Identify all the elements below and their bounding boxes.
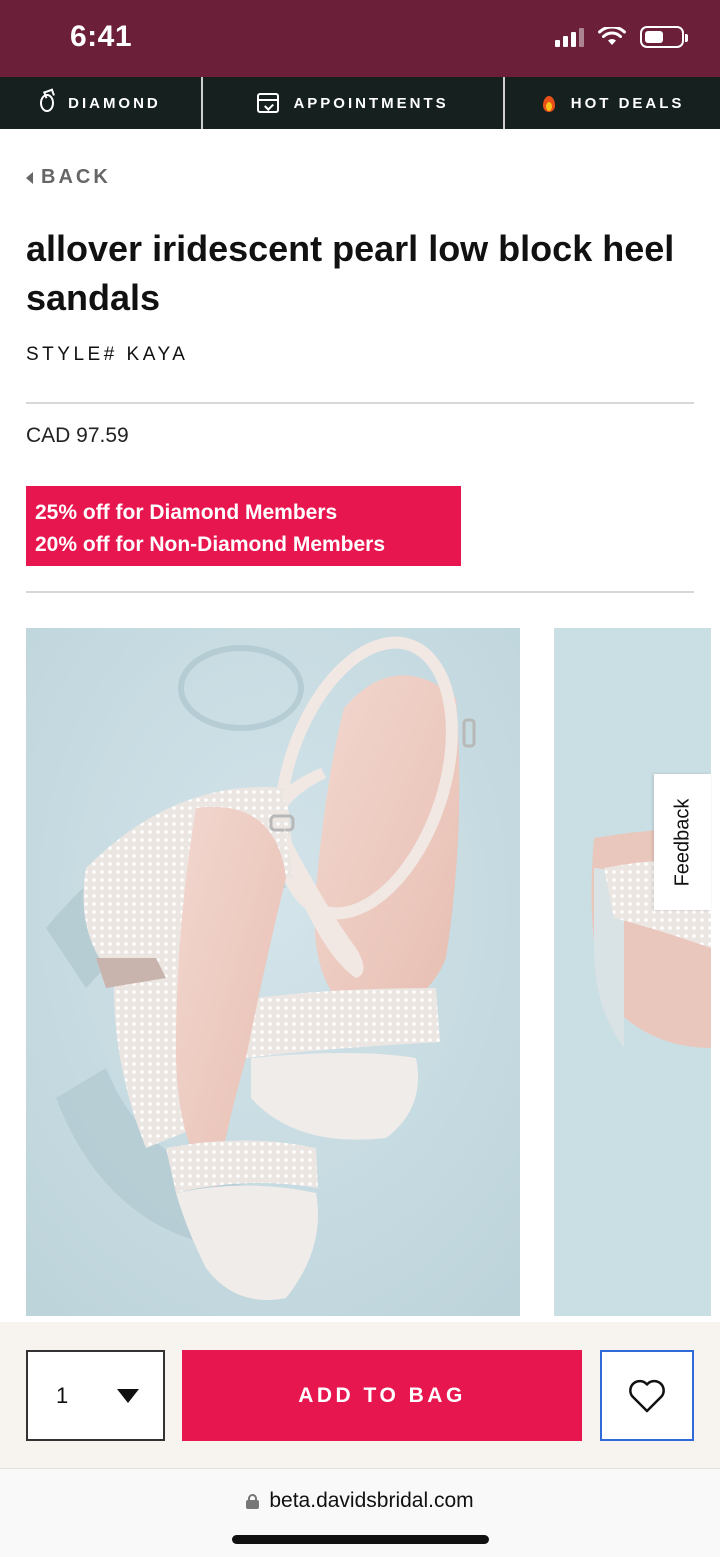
- product-price: CAD 97.59: [26, 424, 129, 447]
- feedback-label: Feedback: [671, 798, 693, 886]
- style-number: STYLE# KAYA: [26, 344, 189, 365]
- discount-line-diamond: 25% off for Diamond Members: [35, 501, 338, 524]
- divider: [26, 402, 694, 404]
- diamond-ring-icon: [40, 94, 55, 112]
- url-display[interactable]: beta.davidsbridal.com: [0, 1489, 720, 1513]
- product-title: allover iridescent pearl low block heel …: [26, 228, 675, 318]
- wifi-icon: [598, 27, 626, 45]
- back-label: BACK: [41, 166, 111, 188]
- quantity-value: 1: [56, 1382, 69, 1408]
- quantity-select[interactable]: 1: [26, 1350, 165, 1441]
- promo-diamond-label: DIAMOND: [68, 94, 161, 112]
- product-image-next[interactable]: [554, 628, 711, 1316]
- product-image-main[interactable]: [26, 628, 520, 1316]
- sandal-illustration-partial: [554, 628, 711, 1316]
- promo-nav: DIAMOND APPOINTMENTS HOT DEALS: [0, 77, 720, 129]
- promo-appointments-link[interactable]: APPOINTMENTS: [203, 77, 503, 129]
- promo-hot-deals-label: HOT DEALS: [570, 94, 685, 112]
- discount-banner: 25% off for Diamond Members 20% off for …: [26, 486, 461, 566]
- promo-diamond-link[interactable]: DIAMOND: [0, 77, 201, 129]
- flame-icon: [541, 92, 557, 114]
- feedback-tab[interactable]: Feedback: [654, 774, 711, 910]
- add-to-bag-button[interactable]: ADD TO BAG: [182, 1350, 582, 1441]
- lock-icon: [246, 1493, 260, 1509]
- status-bar: 6:41: [0, 0, 720, 77]
- promo-hot-deals-link[interactable]: HOT DEALS: [505, 77, 720, 129]
- divider: [26, 591, 694, 593]
- heart-icon: [629, 1379, 665, 1412]
- chevron-left-icon: [26, 171, 33, 184]
- url-text: beta.davidsbridal.com: [269, 1489, 474, 1512]
- status-icons: [555, 26, 688, 48]
- caret-down-icon: [117, 1388, 139, 1403]
- back-link[interactable]: BACK: [26, 166, 111, 189]
- discount-line-non-diamond: 20% off for Non-Diamond Members: [35, 533, 386, 556]
- sandal-illustration: [26, 628, 520, 1316]
- cellular-signal-icon: [555, 27, 584, 47]
- home-indicator[interactable]: [232, 1535, 489, 1544]
- wishlist-button[interactable]: [600, 1350, 694, 1441]
- calendar-icon: [257, 93, 280, 113]
- status-time: 6:41: [70, 20, 133, 53]
- promo-appointments-label: APPOINTMENTS: [293, 94, 449, 112]
- battery-icon: [640, 26, 688, 48]
